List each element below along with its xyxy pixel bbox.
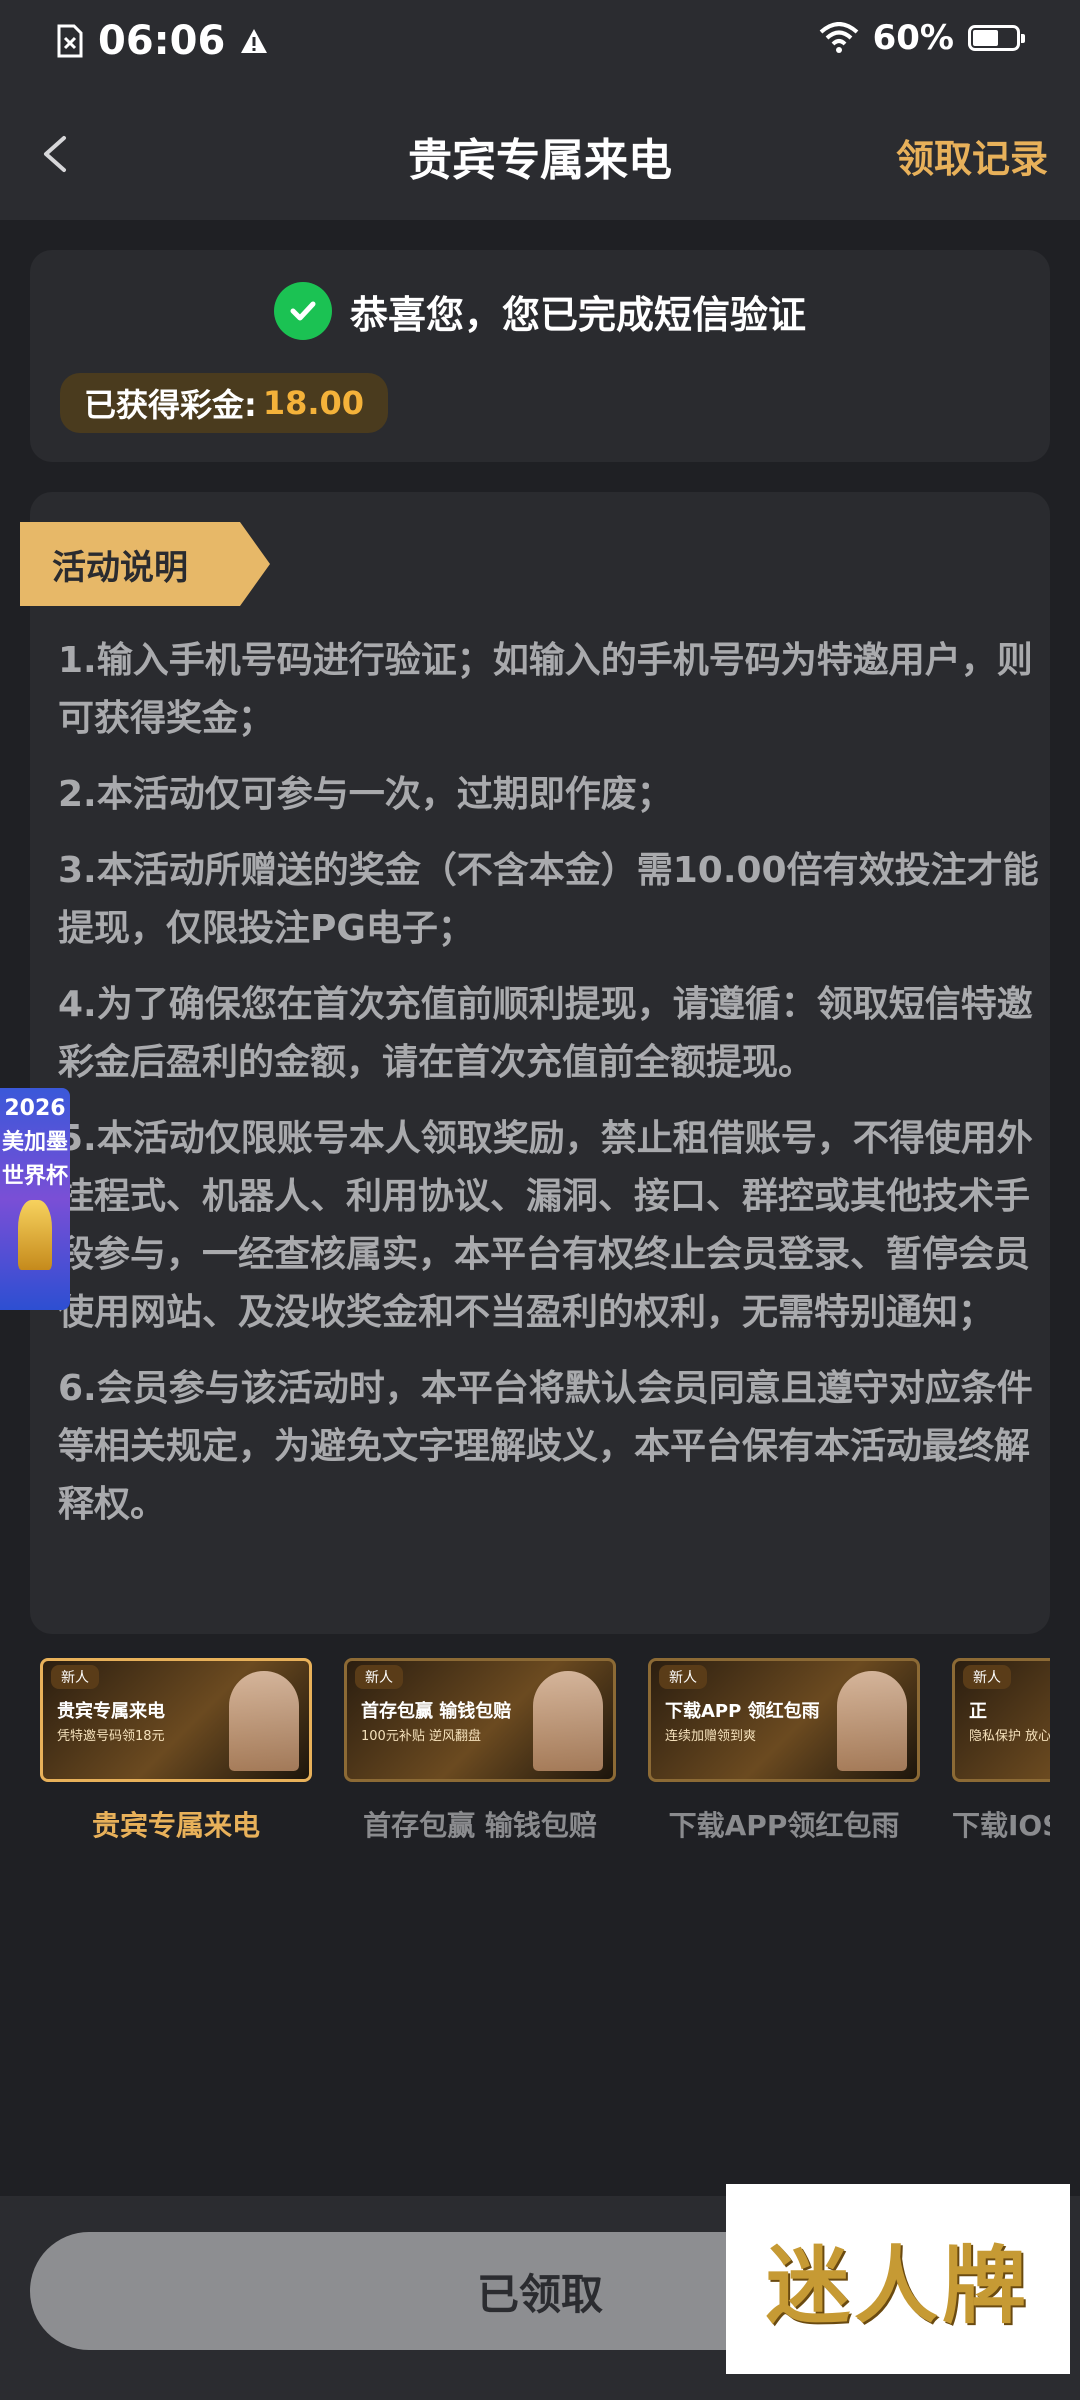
clock: 06:06 xyxy=(98,18,226,64)
verification-message: 恭喜您，您已完成短信验证 xyxy=(349,292,806,337)
promo-banner: 新人 下载APP 领红包雨 连续加赠领到爽 xyxy=(648,1658,920,1782)
promo-tab-label: 下载APP领红包雨 xyxy=(668,1809,900,1842)
brand-watermark: 迷人牌 xyxy=(726,2184,1070,2374)
promo-tabs: 新人 贵宾专属来电 凭特邀号码领18元 贵宾专属来电 新人 首存包赢 输钱包赔 … xyxy=(40,1658,1050,1858)
rules-list: 1.输入手机号码进行验证；如输入的手机号码为特邀用户，则可获得奖金； 2.本活动… xyxy=(58,632,1048,1552)
banner-title: 首存包赢 输钱包赔 xyxy=(361,1701,512,1722)
float-ad-line: 世界杯 xyxy=(1,1164,68,1189)
verification-card: 恭喜您，您已完成短信验证 已获得彩金: 18.00 xyxy=(30,250,1050,462)
new-user-tag: 新人 xyxy=(51,1665,99,1689)
rule-item: 5.本活动仅限账号本人领取奖励，禁止租借账号，不得使用外挂程式、机器人、利用协议… xyxy=(58,1118,1033,1333)
wifi-icon xyxy=(819,22,858,53)
earned-label: 已获得彩金: xyxy=(84,386,257,424)
promo-tab-download-ios[interactable]: 新人 正 隐私保护 放心 下载IOS xyxy=(952,1658,1050,1844)
rule-item: 6.会员参与该活动时，本平台将默认会员同意且遵守对应条件等相关规定，为避免文字理… xyxy=(58,1368,1033,1525)
banner-subtitle: 凭特邀号码领18元 xyxy=(57,1729,165,1744)
promo-tab-label: 贵宾专属来电 xyxy=(91,1809,260,1842)
battery-percent: 60% xyxy=(872,18,954,58)
banner-subtitle: 隐私保护 放心 xyxy=(969,1729,1050,1744)
top-app-bar: 贵宾专属来电 领取记录 xyxy=(0,84,1080,220)
promo-tab-first-deposit[interactable]: 新人 首存包赢 输钱包赔 100元补贴 逆风翻盘 首存包赢 输钱包赔 xyxy=(344,1658,616,1844)
activity-rules-card: 活动说明 1.输入手机号码进行验证；如输入的手机号码为特邀用户，则可获得奖金； … xyxy=(20,492,1050,1634)
promo-tab-label: 下载IOS xyxy=(952,1809,1050,1842)
float-ad-line: 美加墨 xyxy=(1,1130,68,1155)
banner-subtitle: 连续加赠领到爽 xyxy=(665,1729,757,1744)
warning-icon xyxy=(241,29,268,53)
promo-banner: 新人 正 隐私保护 放心 xyxy=(952,1658,1050,1782)
model-photo xyxy=(533,1671,603,1771)
promo-banner: 新人 首存包赢 输钱包赔 100元补贴 逆风翻盘 xyxy=(344,1658,616,1782)
banner-title: 贵宾专属来电 xyxy=(57,1701,165,1722)
status-bar: 06:06 60% xyxy=(0,0,1080,84)
model-photo xyxy=(229,1671,299,1771)
world-cup-floating-ad[interactable]: 2026 美加墨 世界杯 xyxy=(0,1088,70,1310)
rule-item: 4.为了确保您在首次充值前顺利提现，请遵循：领取短信特邀彩金后盈利的金额，请在首… xyxy=(58,984,1033,1083)
trophy-icon xyxy=(18,1200,52,1270)
float-ad-line: 2026 xyxy=(4,1096,66,1121)
earned-bonus-badge: 已获得彩金: 18.00 xyxy=(60,373,389,433)
banner-subtitle: 100元补贴 逆风翻盘 xyxy=(361,1729,481,1744)
new-user-tag: 新人 xyxy=(355,1665,403,1689)
new-user-tag: 新人 xyxy=(963,1665,1011,1689)
banner-title: 下载APP 领红包雨 xyxy=(665,1701,820,1722)
promo-tab-label: 首存包赢 输钱包赔 xyxy=(363,1809,597,1842)
rule-item: 2.本活动仅可参与一次，过期即作废； xyxy=(58,774,673,815)
promo-tab-download-app[interactable]: 新人 下载APP 领红包雨 连续加赠领到爽 下载APP领红包雨 xyxy=(648,1658,920,1844)
phone-photo xyxy=(837,1671,907,1771)
rule-item: 3.本活动所赠送的奖金（不含本金）需10.00倍有效投注才能提现，仅限投注PG电… xyxy=(58,850,1039,949)
earned-amount: 18.00 xyxy=(262,384,365,422)
promo-tab-vip-call[interactable]: 新人 贵宾专属来电 凭特邀号码领18元 贵宾专属来电 xyxy=(40,1658,312,1844)
banner-title: 正 xyxy=(969,1701,987,1722)
sim-off-icon xyxy=(57,24,83,58)
promo-banner: 新人 贵宾专属来电 凭特邀号码领18元 xyxy=(40,1658,312,1782)
activity-ribbon: 活动说明 xyxy=(20,522,270,606)
battery-icon xyxy=(968,25,1025,51)
success-check-icon xyxy=(273,282,332,340)
watermark-text: 迷人牌 xyxy=(765,2235,1030,2335)
claim-records-link[interactable]: 领取记录 xyxy=(896,128,1048,183)
new-user-tag: 新人 xyxy=(659,1665,707,1689)
rule-item: 1.输入手机号码进行验证；如输入的手机号码为特邀用户，则可获得奖金； xyxy=(58,640,1033,739)
